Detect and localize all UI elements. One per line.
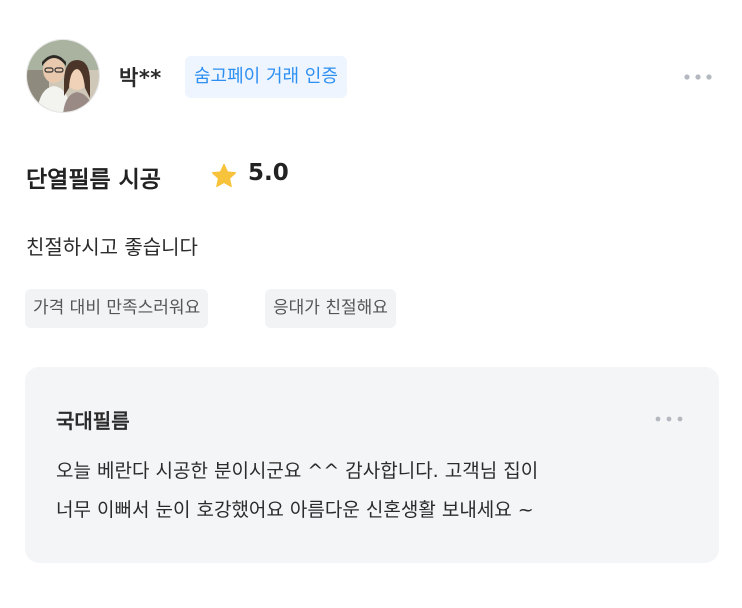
payment-verified-badge: 숨고페이 거래 인증 — [185, 56, 347, 98]
reply-text: 오늘 베란다 시공한 분이시군요 ^^ 감사합니다. 고객님 집이 너무 이뻐서… — [56, 452, 706, 530]
review-tag: 가격 대비 만족스러워요 — [25, 289, 209, 328]
review-text: 친절하시고 좋습니다 — [26, 235, 198, 259]
profile-photo-icon — [27, 40, 99, 112]
star-icon — [211, 163, 237, 188]
more-horizontal-icon — [684, 74, 712, 80]
reply-text-line: 너무 이뻐서 눈이 호강했어요 아름다운 신혼생활 보내세요 ~ — [56, 499, 534, 521]
reply-author: 국대필름 — [56, 409, 130, 433]
rating-value: 5.0 — [248, 160, 289, 186]
reviewer-name: 박** — [119, 66, 162, 90]
reply-text-line: 오늘 베란다 시공한 분이시군요 ^^ 감사합니다. 고객님 집이 — [56, 460, 539, 482]
reply-more-options-button[interactable] — [649, 410, 689, 428]
more-horizontal-icon — [655, 416, 683, 422]
pro-reply-box: 국대필름 오늘 베란다 시공한 분이시군요 ^^ 감사합니다. 고객님 집이 너… — [25, 367, 719, 563]
review-tag: 응대가 친절해요 — [265, 289, 396, 328]
review-header: 박** 숨고페이 거래 인증 — [26, 39, 718, 113]
more-options-button[interactable] — [678, 67, 718, 87]
avatar[interactable] — [26, 39, 100, 113]
service-name: 단열필름 시공 — [26, 167, 161, 193]
